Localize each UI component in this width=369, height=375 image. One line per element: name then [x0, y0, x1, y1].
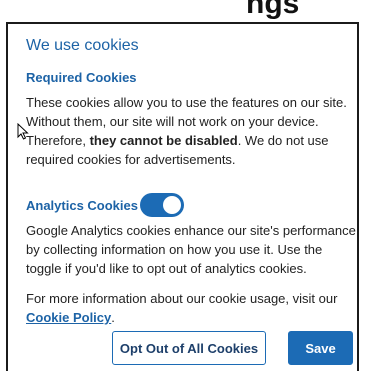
analytics-cookies-description: Google Analytics cookies enhance our sit… [26, 223, 356, 276]
required-cookies-description: These cookies allow you to use the featu… [26, 93, 356, 169]
cookie-policy-link[interactable]: Cookie Policy [26, 310, 111, 325]
mouse-pointer-icon [17, 123, 29, 140]
cookie-consent-dialog: We use cookies Required Cookies These co… [6, 22, 359, 371]
more-info-text: For more information about our cookie us… [26, 289, 356, 327]
save-button[interactable]: Save [288, 331, 353, 365]
required-text-bold: they cannot be disabled [89, 133, 238, 148]
dialog-title: We use cookies [26, 37, 139, 54]
background-heading-fragment: ngs [246, 0, 300, 20]
analytics-cookies-heading: Analytics Cookies [26, 198, 138, 213]
opt-out-all-button[interactable]: Opt Out of All Cookies [112, 331, 266, 365]
toggle-knob [163, 196, 181, 214]
background-page: ngs [0, 0, 369, 22]
analytics-cookies-toggle[interactable] [140, 193, 184, 217]
more-info-trailing: . [111, 310, 115, 325]
required-cookies-heading: Required Cookies [26, 70, 137, 85]
more-info-lead: For more information about our cookie us… [26, 291, 338, 306]
